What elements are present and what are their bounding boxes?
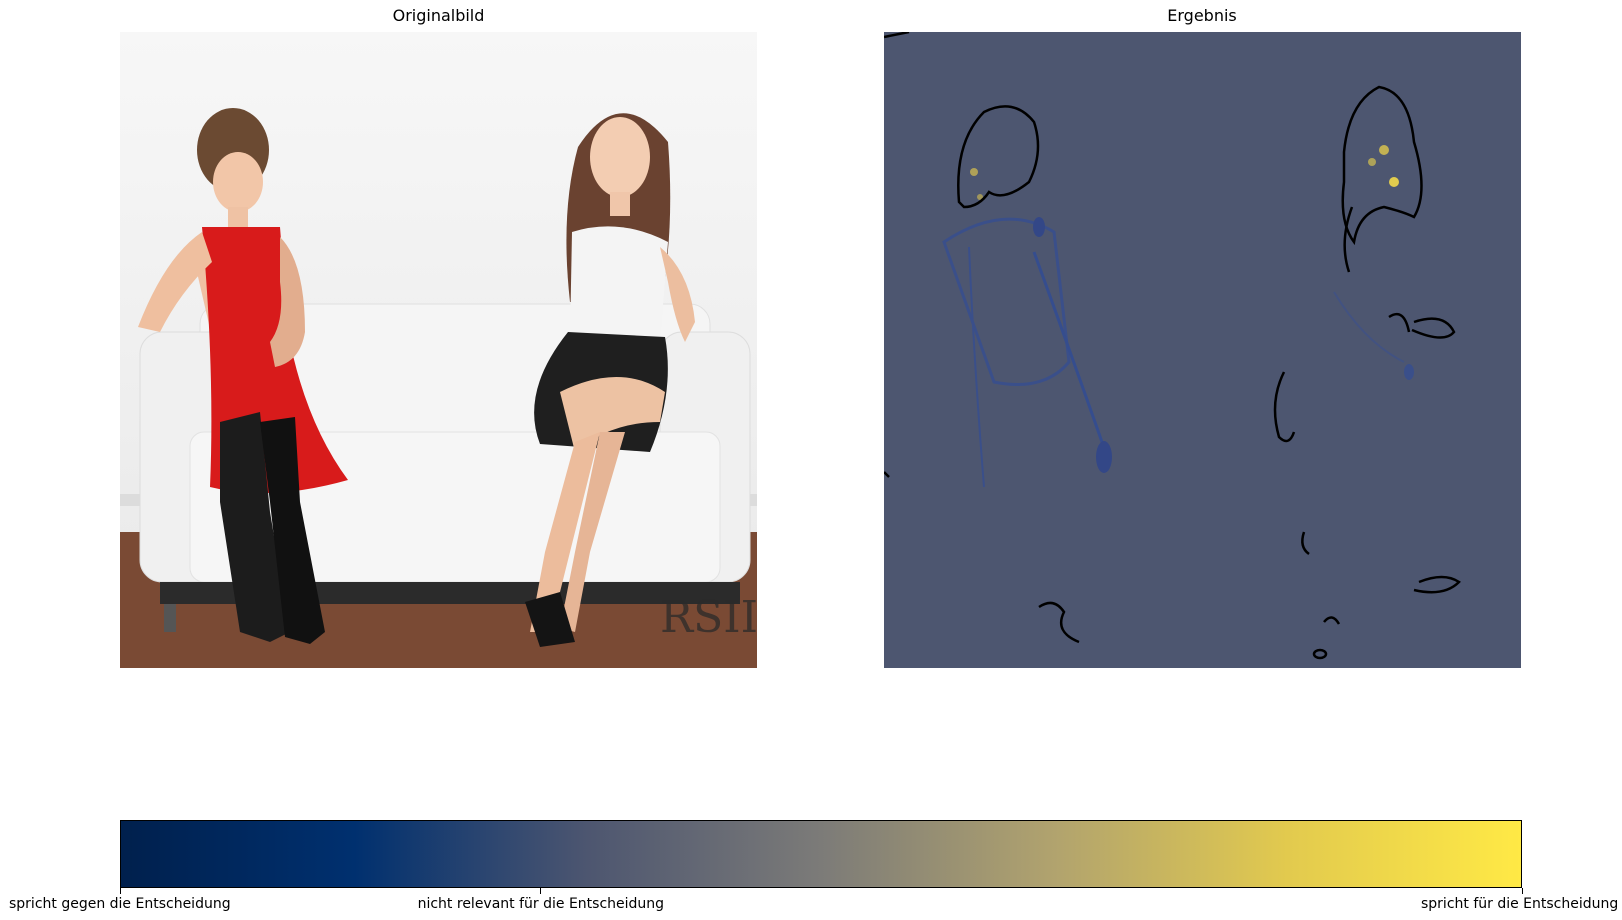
colorbar-label-against: spricht gegen die Entscheidung [9,896,231,912]
result-image-title: Ergebnis [1167,6,1237,25]
colorbar-tick-neutral [540,888,542,894]
original-image: RSII [120,32,757,668]
colorbar-tick-against [119,888,121,894]
relevance-colorbar [120,820,1522,888]
original-photo-illustration: RSII [120,32,757,668]
original-image-title: Originalbild [392,6,485,25]
colorbar-label-neutral: nicht relevant für die Entscheidung [417,896,665,912]
result-heatmap [884,32,1521,668]
photo-watermark: RSII [660,592,757,643]
colorbar-label-for: spricht für die Entscheidung [1421,896,1619,912]
colorbar-tick-for [1521,888,1523,894]
heatmap-overlay [884,32,1520,668]
